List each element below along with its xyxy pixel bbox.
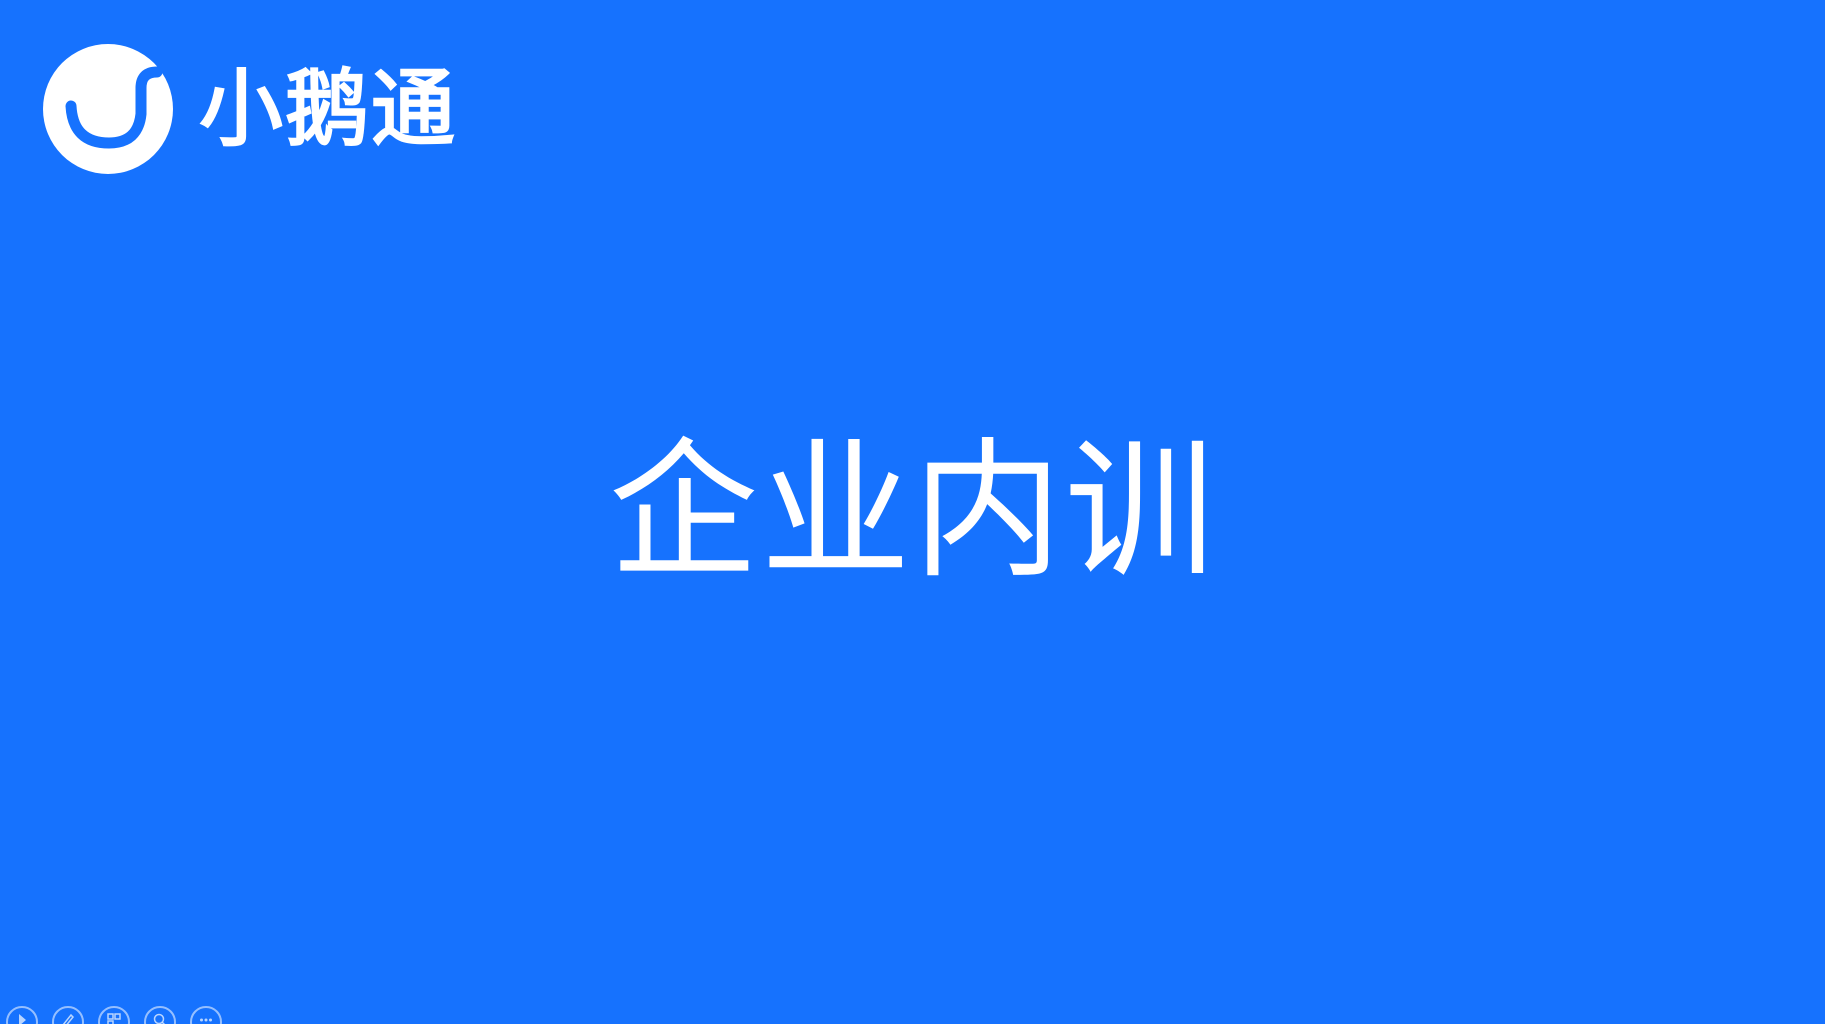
more-icon — [200, 1018, 212, 1022]
slides-button[interactable] — [98, 1006, 130, 1024]
pen-button[interactable] — [52, 1006, 84, 1024]
slide-title: 企业内训 — [608, 425, 1217, 599]
zoom-icon — [153, 1013, 166, 1024]
zoom-button[interactable] — [144, 1006, 176, 1024]
presenter-controls — [6, 1006, 222, 1024]
more-button[interactable] — [190, 1006, 222, 1024]
slide: 小鹅通 企业内训 — [0, 0, 1825, 1024]
brand-name: 小鹅通 — [199, 60, 458, 158]
play-button[interactable] — [6, 1006, 38, 1024]
slides-icon — [107, 1013, 121, 1024]
pen-icon — [62, 1013, 75, 1024]
duck-logo-icon — [43, 44, 173, 174]
brand-logo: 小鹅通 — [43, 44, 457, 174]
play-icon — [19, 1014, 26, 1024]
